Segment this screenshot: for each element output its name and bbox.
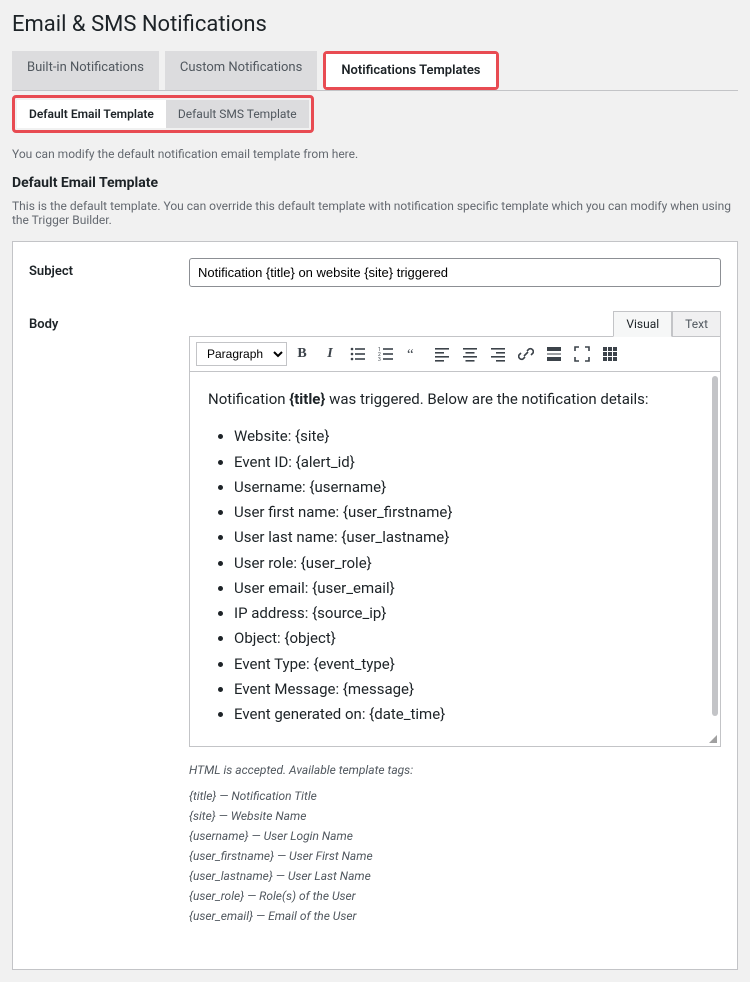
readmore-icon — [546, 346, 562, 362]
template-panel: Subject Body Visual Text Paragraph B I — [12, 241, 738, 970]
list-item: IP address: {source_ip} — [234, 602, 702, 625]
page-title: Email & SMS Notifications — [12, 12, 738, 37]
numbered-list-icon: 123 — [378, 346, 394, 362]
bullet-list-icon — [350, 346, 366, 362]
help-note: HTML is accepted. Available template tag… — [189, 763, 721, 777]
bold-button[interactable]: B — [289, 341, 315, 367]
list-item: Website: {site} — [234, 425, 702, 448]
scrollbar[interactable] — [712, 376, 718, 716]
list-item: User last name: {user_lastname} — [234, 526, 702, 549]
numbered-list-button[interactable]: 123 — [373, 341, 399, 367]
align-left-button[interactable] — [429, 341, 455, 367]
readmore-button[interactable] — [541, 341, 567, 367]
bullet-list-button[interactable] — [345, 341, 371, 367]
toolbar-toggle-button[interactable] — [597, 341, 623, 367]
subtab-sms[interactable]: Default SMS Template — [166, 100, 309, 128]
fullscreen-button[interactable] — [569, 341, 595, 367]
list-item: Event ID: {alert_id} — [234, 451, 702, 474]
blockquote-button[interactable]: “ — [401, 341, 427, 367]
toolbar-toggle-icon — [602, 346, 618, 362]
tag-list: {title} — Notification Title {site} — We… — [189, 789, 721, 923]
highlight-templates: Notifications Templates — [323, 51, 498, 90]
subject-input[interactable] — [189, 258, 721, 287]
list-item: Object: {object} — [234, 627, 702, 650]
main-tabs: Built-in Notifications Custom Notificati… — [12, 51, 738, 90]
tag-item: {user_lastname} — User Last Name — [189, 869, 721, 883]
body-list: Website: {site} Event ID: {alert_id} Use… — [234, 425, 702, 726]
align-center-button[interactable] — [457, 341, 483, 367]
body-intro-prefix: Notification — [208, 390, 289, 408]
tab-templates[interactable]: Notifications Templates — [326, 54, 495, 87]
link-button[interactable] — [513, 341, 539, 367]
body-intro-bold: {title} — [289, 390, 325, 408]
align-right-icon — [490, 346, 506, 362]
tag-item: {site} — Website Name — [189, 809, 721, 823]
italic-button[interactable]: I — [317, 341, 343, 367]
align-center-icon — [462, 346, 478, 362]
format-select[interactable]: Paragraph — [196, 342, 287, 366]
svg-text:“: “ — [407, 347, 414, 362]
list-item: User email: {user_email} — [234, 577, 702, 600]
tag-item: {user_firstname} — User First Name — [189, 849, 721, 863]
label-body: Body — [29, 311, 189, 929]
editor-toolbar: Paragraph B I 123 “ — [189, 336, 721, 372]
row-body: Body Visual Text Paragraph B I 123 “ — [29, 311, 721, 929]
subtab-email[interactable]: Default Email Template — [17, 100, 166, 128]
helper-text: You can modify the default notification … — [12, 147, 738, 161]
align-right-button[interactable] — [485, 341, 511, 367]
list-item: Event Message: {message} — [234, 678, 702, 701]
tag-item: {user_email} — Email of the User — [189, 909, 721, 923]
tab-custom[interactable]: Custom Notifications — [165, 51, 317, 90]
tab-builtin[interactable]: Built-in Notifications — [12, 51, 159, 90]
tag-item: {username} — User Login Name — [189, 829, 721, 843]
tag-item: {title} — Notification Title — [189, 789, 721, 803]
editor-tabs: Visual Text — [189, 311, 721, 337]
list-item: Event Type: {event_type} — [234, 653, 702, 676]
section-desc: This is the default template. You can ov… — [12, 199, 738, 227]
section-title: Default Email Template — [12, 175, 738, 191]
list-item: Event generated on: {date_time} — [234, 703, 702, 726]
align-left-icon — [434, 346, 450, 362]
editor-tab-text[interactable]: Text — [672, 311, 721, 337]
list-item: User role: {user_role} — [234, 552, 702, 575]
label-subject: Subject — [29, 258, 189, 287]
resize-handle[interactable] — [706, 732, 718, 744]
link-icon — [518, 346, 534, 362]
tag-item: {user_role} — Role(s) of the User — [189, 889, 721, 903]
fullscreen-icon — [574, 346, 590, 362]
svg-text:3: 3 — [378, 357, 381, 362]
row-subject: Subject — [29, 258, 721, 287]
body-intro-suffix: was triggered. Below are the notificatio… — [325, 390, 648, 408]
highlight-subtabs: Default Email Template Default SMS Templ… — [12, 95, 314, 133]
quote-icon: “ — [406, 346, 422, 362]
list-item: User first name: {user_firstname} — [234, 501, 702, 524]
sub-tabs: Default Email Template Default SMS Templ… — [12, 95, 738, 133]
list-item: Username: {username} — [234, 476, 702, 499]
editor-tab-visual[interactable]: Visual — [613, 311, 672, 337]
body-editor[interactable]: Notification {title} was triggered. Belo… — [189, 372, 721, 747]
